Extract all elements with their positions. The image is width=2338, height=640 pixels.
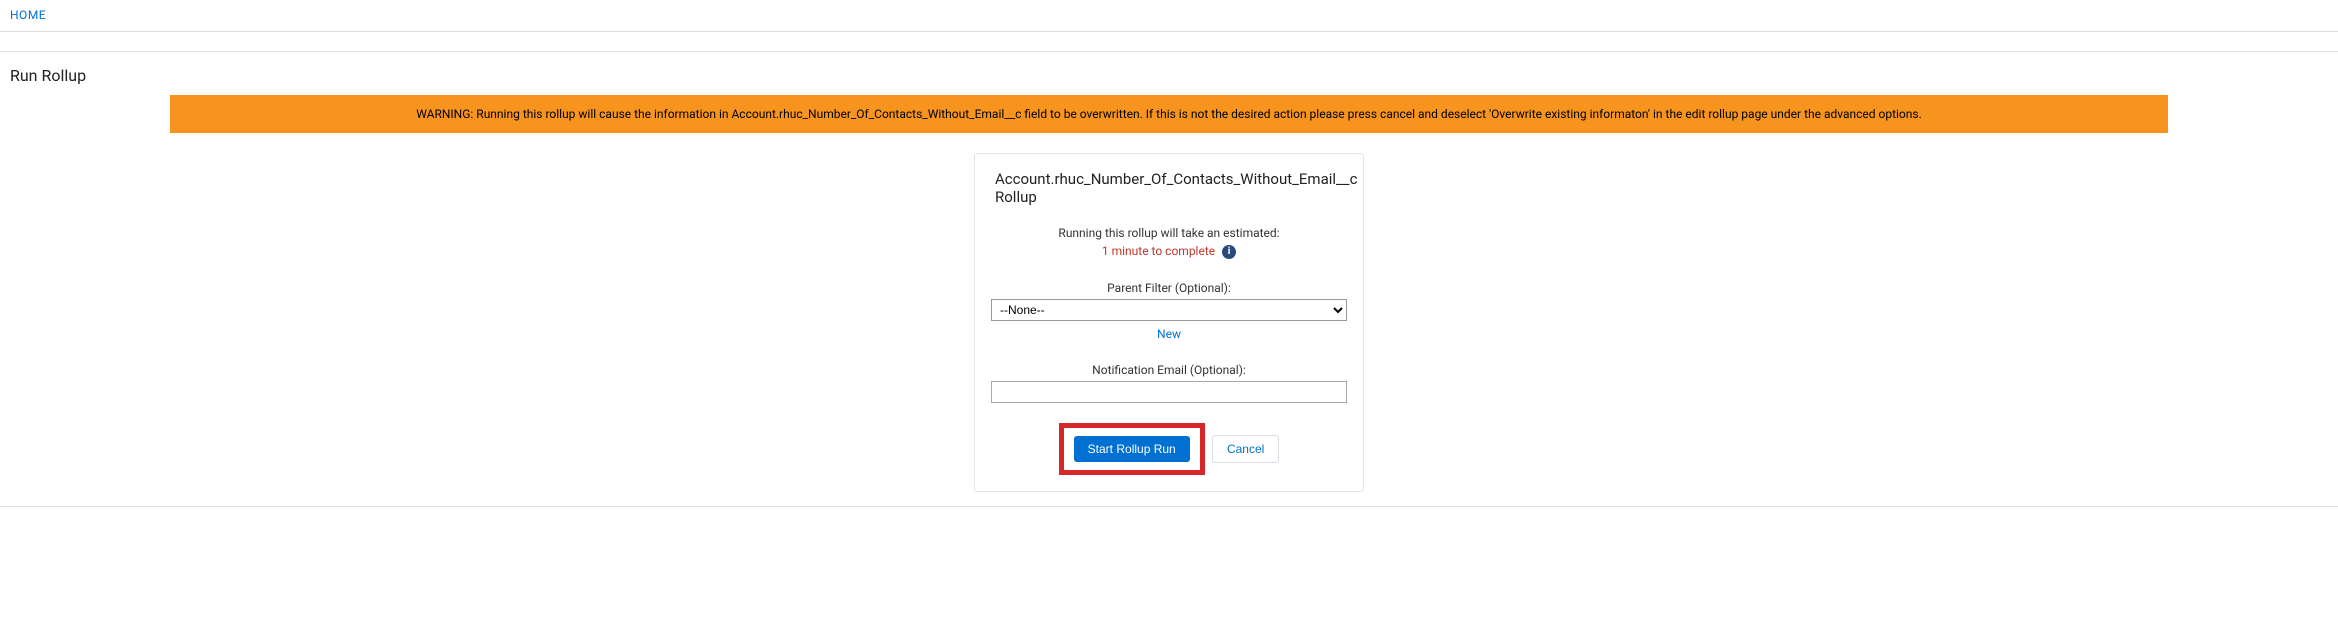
spacer-bar (0, 32, 2338, 52)
email-input[interactable] (991, 381, 1347, 403)
bottom-divider (0, 506, 2338, 507)
card-title: Account.rhuc_Number_Of_Contacts_Without_… (991, 170, 1347, 206)
rollup-card: Account.rhuc_Number_Of_Contacts_Without_… (974, 153, 1364, 492)
cancel-button[interactable]: Cancel (1212, 435, 1279, 463)
button-row: Start Rollup Run Cancel (991, 423, 1347, 475)
warning-banner: WARNING: Running this rollup will cause … (170, 95, 2168, 133)
estimate-time-text: 1 minute to complete (1102, 244, 1215, 258)
start-rollup-button[interactable]: Start Rollup Run (1074, 436, 1190, 462)
top-nav: HOME (0, 0, 2338, 32)
parent-filter-select[interactable]: --None-- (991, 299, 1347, 321)
page-title: Run Rollup (0, 52, 2338, 95)
estimate-intro: Running this rollup will take an estimat… (991, 226, 1347, 240)
new-filter-link[interactable]: New (991, 327, 1347, 341)
nav-home-link[interactable]: HOME (10, 8, 46, 22)
info-icon[interactable]: i (1222, 245, 1236, 259)
start-button-highlight: Start Rollup Run (1059, 423, 1205, 475)
content-wrap: WARNING: Running this rollup will cause … (170, 95, 2168, 492)
parent-filter-label: Parent Filter (Optional): (991, 281, 1347, 295)
email-label: Notification Email (Optional): (991, 363, 1347, 377)
estimate-time: 1 minute to complete i (991, 244, 1347, 259)
